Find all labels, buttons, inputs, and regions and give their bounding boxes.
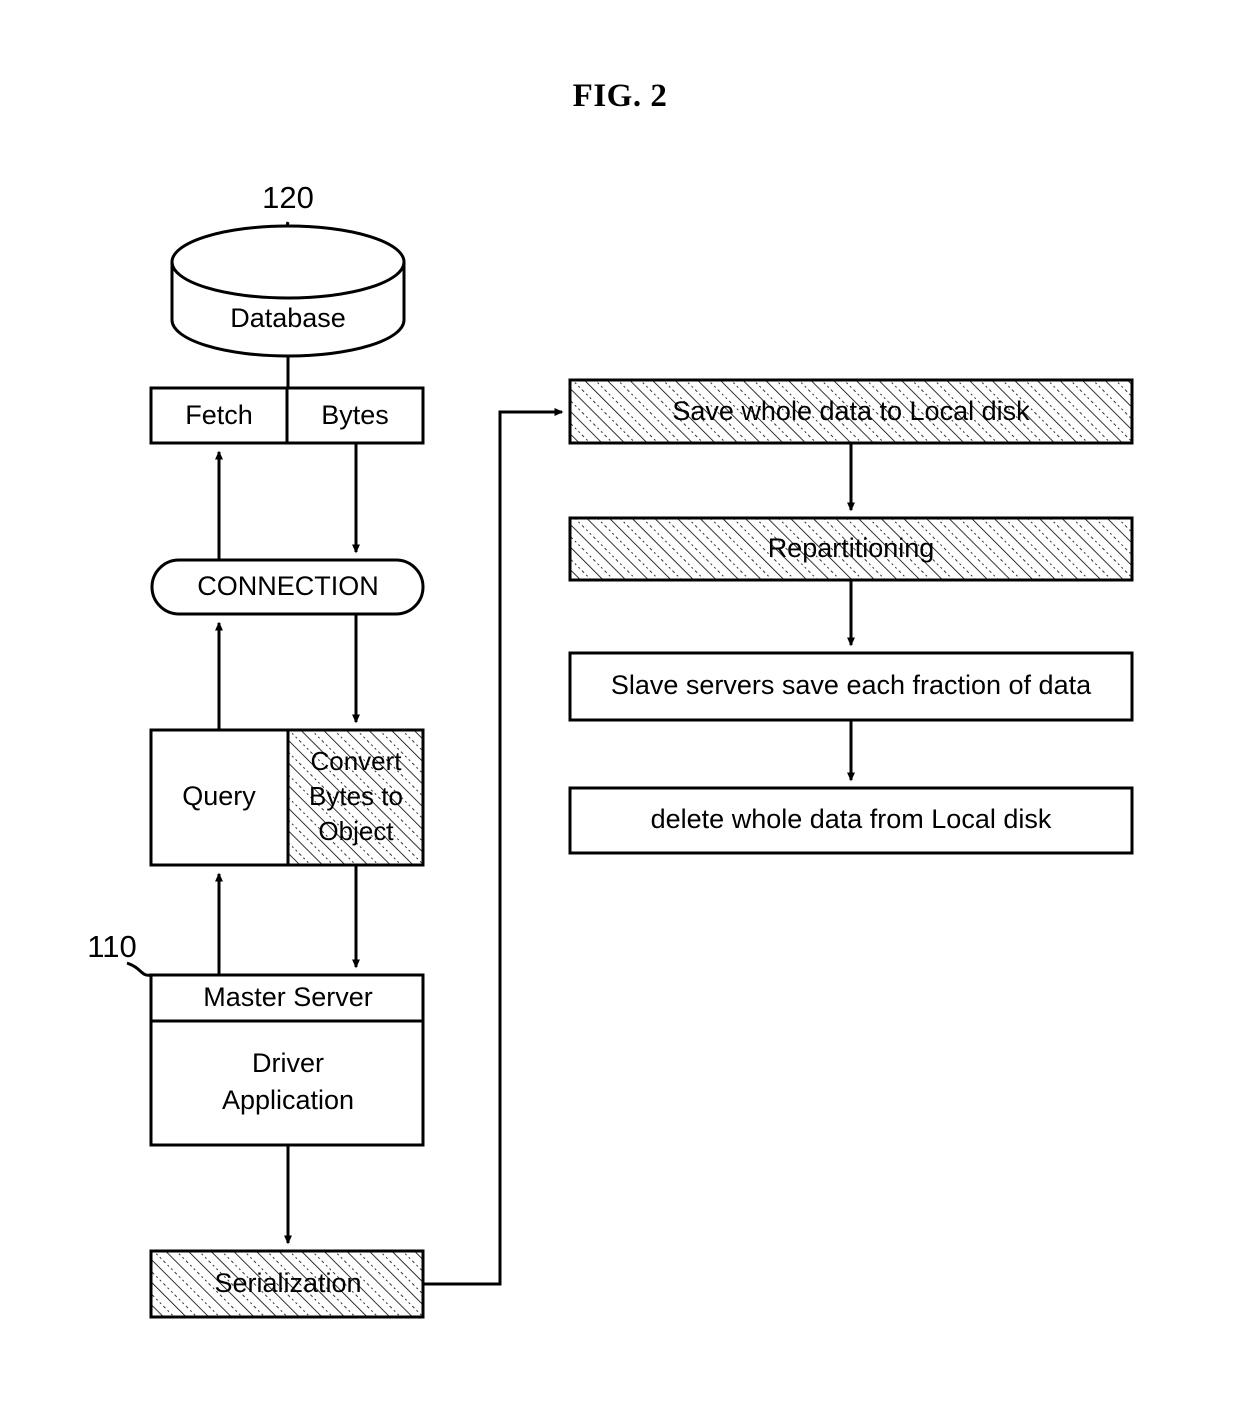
- connection-label: CONNECTION: [197, 571, 379, 601]
- node-connection[interactable]: CONNECTION: [150, 558, 425, 616]
- node-serialization[interactable]: Serialization: [149, 1249, 425, 1319]
- convert-cell-label-line2: Bytes to: [309, 781, 403, 811]
- save-whole-data-label: Save whole data to Local disk: [672, 396, 1030, 426]
- reference-numeral-110-label: 110: [87, 929, 136, 964]
- query-cell-label: Query: [182, 781, 256, 811]
- slave-servers-label: Slave servers save each fraction of data: [611, 670, 1092, 700]
- database-cylinder-top: [170, 224, 406, 300]
- driver-application-label-line2: Application: [222, 1085, 354, 1115]
- reference-numeral-120-label: 120: [262, 180, 314, 215]
- reference-numeral-110: 110: [87, 929, 152, 977]
- connector-serialization-to-savewholedata: [423, 408, 564, 1286]
- node-fetch-bytes[interactable]: Fetch Bytes: [149, 386, 425, 445]
- leader-line-110: [126, 961, 152, 977]
- database-label: Database: [230, 303, 346, 333]
- node-database[interactable]: Database: [170, 224, 406, 358]
- driver-application-label-line1: Driver: [252, 1048, 324, 1078]
- figure-diagram: 120 Database Fetch Bytes CONNECTION Quer…: [87, 180, 1134, 1319]
- bytes-cell-label: Bytes: [321, 400, 389, 430]
- convert-cell-label-line1: Convert: [310, 746, 402, 776]
- node-save-whole-data[interactable]: Save whole data to Local disk: [568, 378, 1134, 445]
- node-repartitioning[interactable]: Repartitioning: [568, 516, 1134, 582]
- master-server-header-label: Master Server: [203, 982, 373, 1012]
- serialization-label: Serialization: [214, 1268, 361, 1298]
- convert-cell-label-line3: Object: [318, 816, 394, 846]
- repartitioning-label: Repartitioning: [768, 533, 935, 563]
- node-slave-servers[interactable]: Slave servers save each fraction of data: [568, 651, 1134, 722]
- fetch-cell-label: Fetch: [185, 400, 253, 430]
- node-master-server[interactable]: Master Server Driver Application: [149, 973, 425, 1147]
- node-query-convert[interactable]: Query Convert Bytes to Object: [149, 728, 425, 867]
- node-delete-whole-data[interactable]: delete whole data from Local disk: [568, 786, 1134, 855]
- delete-whole-data-label: delete whole data from Local disk: [651, 804, 1052, 834]
